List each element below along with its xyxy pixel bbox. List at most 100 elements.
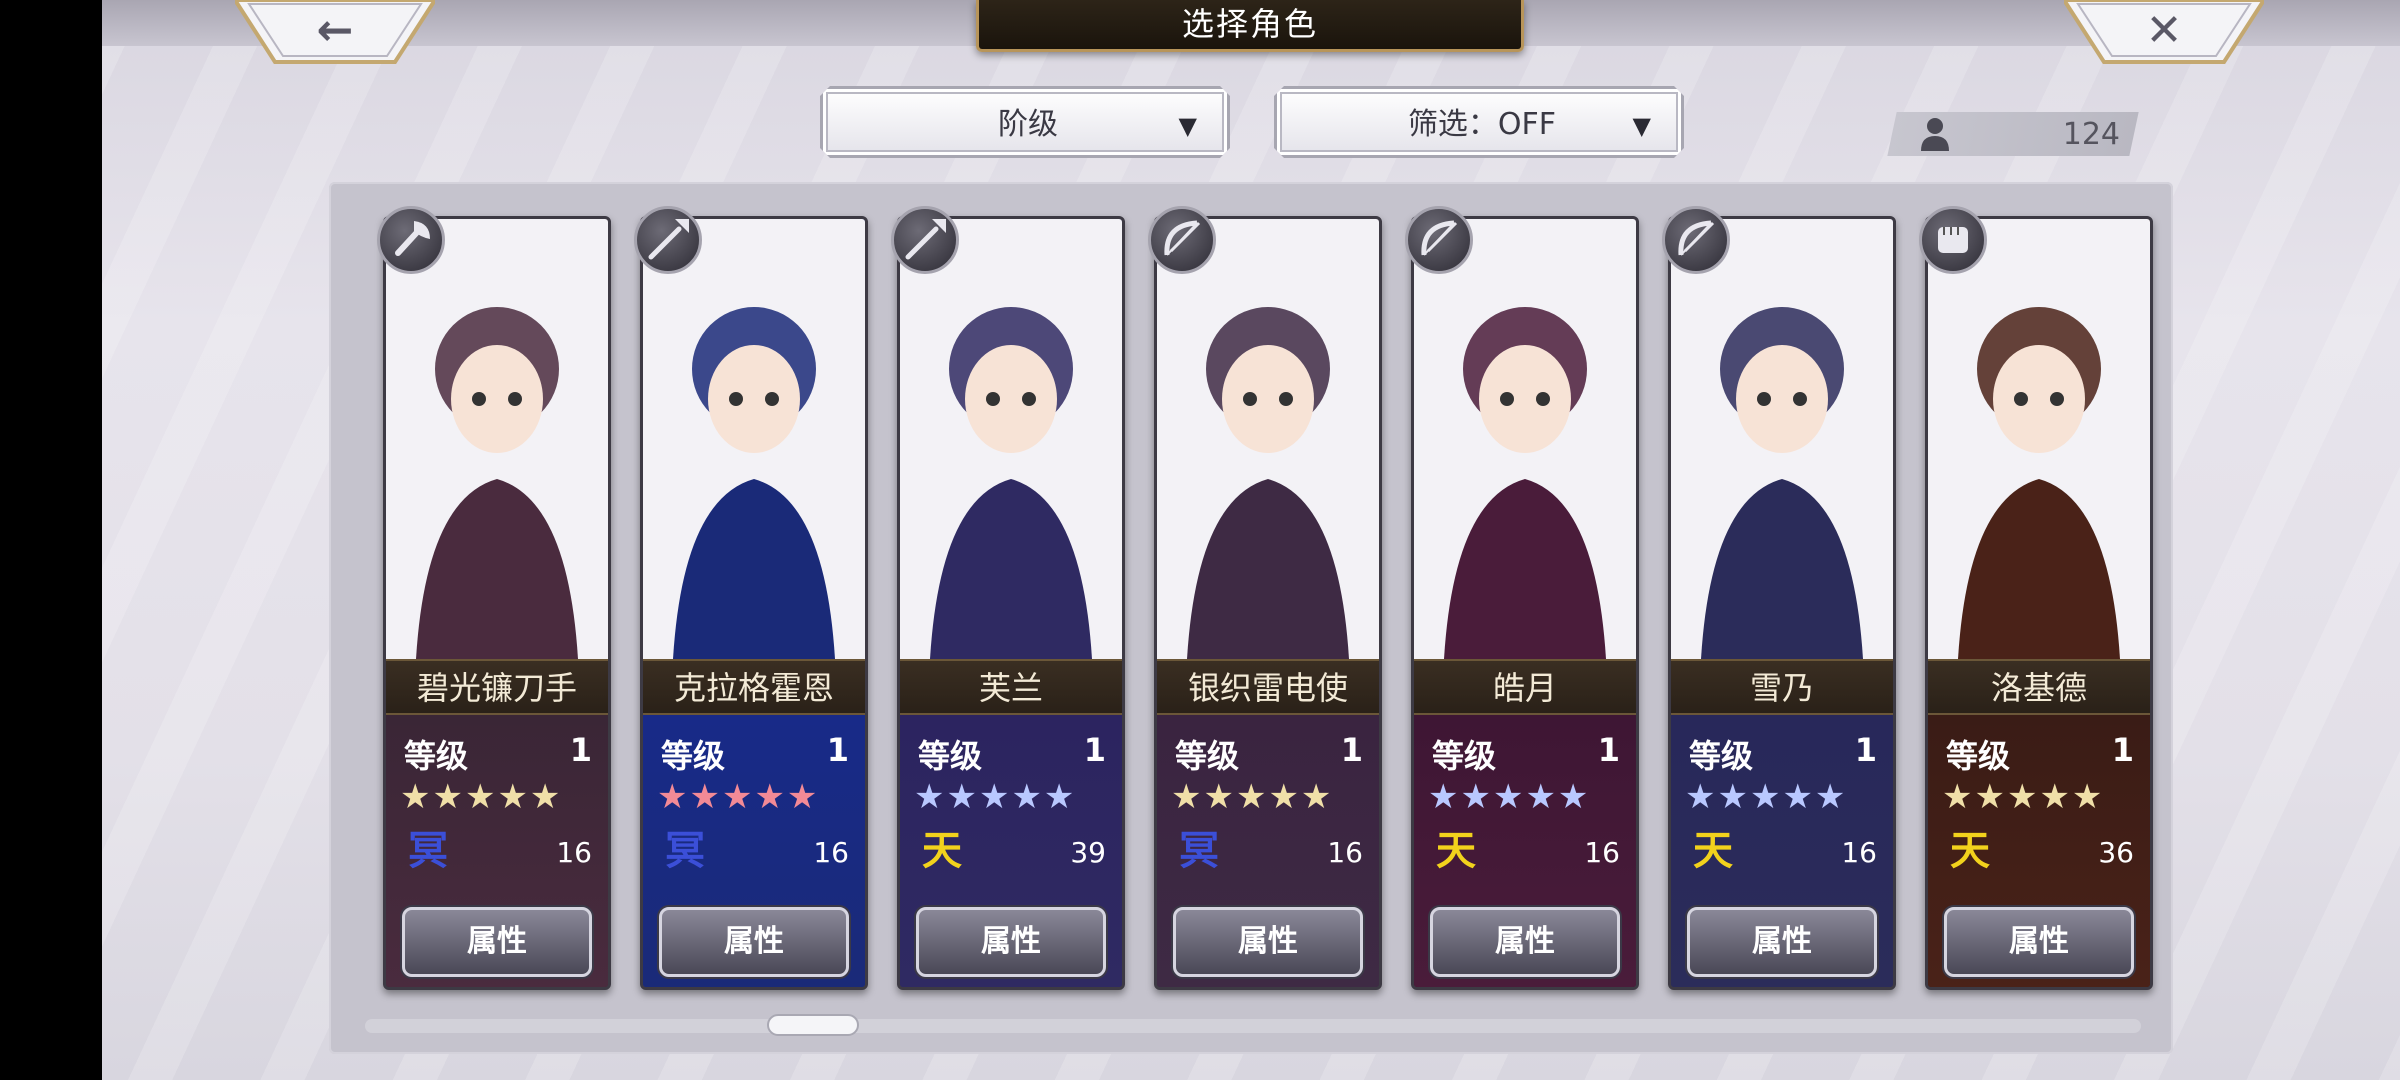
- level-label: 等级: [1175, 737, 1240, 775]
- horizontal-scrollbar-track[interactable]: [365, 1019, 2141, 1033]
- element-badge: 冥: [665, 828, 705, 874]
- rarity-stars: ★★★★★: [1428, 777, 1591, 817]
- rank-sort-dropdown[interactable]: 阶级 ▼: [820, 86, 1230, 158]
- rank-sort-label: 阶级: [998, 107, 1058, 142]
- level-value: 1: [1854, 731, 1877, 769]
- character-card[interactable]: 洛基德等级 1 ★★★★★ 天 36 属性: [1925, 216, 2153, 990]
- character-card[interactable]: 芙兰等级 1 ★★★★★ 天 39 属性: [897, 216, 1125, 990]
- character-portrait: [900, 219, 1122, 659]
- level-value: 1: [1340, 731, 1363, 769]
- character-name-bar: 洛基德: [1928, 659, 2150, 715]
- character-stats: 等级 1 ★★★★★ 天 36 属性: [1928, 715, 2150, 987]
- character-name-bar: 皓月: [1414, 659, 1636, 715]
- character-portrait: [1414, 219, 1636, 659]
- attributes-button[interactable]: 属性: [1430, 907, 1620, 977]
- bow-icon: [1405, 206, 1473, 274]
- character-stat-value: 16: [1584, 836, 1620, 869]
- element-badge: 天: [1950, 828, 1990, 874]
- level-label: 等级: [661, 737, 726, 775]
- fist-icon: [1919, 206, 1987, 274]
- character-stats: 等级 1 ★★★★★ 冥 16 属性: [1157, 715, 1379, 987]
- bow-icon: [1662, 206, 1730, 274]
- rarity-stars: ★★★★★: [657, 777, 820, 817]
- character-stat-value: 16: [1327, 836, 1363, 869]
- level-label: 等级: [404, 737, 469, 775]
- character-stats: 等级 1 ★★★★★ 天 39 属性: [900, 715, 1122, 987]
- person-icon: [1920, 117, 1950, 151]
- character-name: 雪乃: [1749, 669, 1814, 707]
- rarity-stars: ★★★★★: [400, 777, 563, 817]
- roster-count: 124: [2062, 117, 2120, 152]
- character-stats: 等级 1 ★★★★★ 天 16 属性: [1414, 715, 1636, 987]
- character-stats: 等级 1 ★★★★★ 冥 16 属性: [643, 715, 865, 987]
- character-name: 碧光镰刀手: [416, 669, 577, 707]
- filter-dropdown[interactable]: 筛选：OFF ▼: [1274, 86, 1684, 158]
- character-name: 克拉格霍恩: [673, 669, 834, 707]
- title-plate: 选择角色: [976, 0, 1524, 52]
- attributes-button[interactable]: 属性: [1173, 907, 1363, 977]
- back-button[interactable]: ←: [235, 0, 435, 66]
- character-name: 洛基德: [1990, 669, 2087, 707]
- character-card[interactable]: 皓月 等级 1 ★★★★★ 天 16 属性: [1411, 216, 1639, 990]
- attributes-button[interactable]: 属性: [916, 907, 1106, 977]
- element-badge: 天: [922, 828, 962, 874]
- character-name: 银织雷电使: [1187, 669, 1348, 707]
- character-stat-value: 36: [2098, 836, 2134, 869]
- element-badge: 天: [1436, 828, 1476, 874]
- attributes-button-label: 属性: [724, 924, 784, 959]
- character-card[interactable]: 银织雷电使等级 1 ★★★★★ 冥 16 属性: [1154, 216, 1382, 990]
- rarity-stars: ★★★★★: [914, 777, 1077, 817]
- horizontal-scrollbar-thumb[interactable]: [767, 1014, 859, 1036]
- character-portrait: [643, 219, 865, 659]
- rarity-stars: ★★★★★: [1685, 777, 1848, 817]
- character-name-bar: 芙兰: [900, 659, 1122, 715]
- character-stat-value: 16: [813, 836, 849, 869]
- left-letterbox: [0, 0, 102, 1080]
- level-value: 1: [826, 731, 849, 769]
- level-label: 等级: [1689, 737, 1754, 775]
- attributes-button[interactable]: 属性: [659, 907, 849, 977]
- element-badge: 冥: [1179, 828, 1219, 874]
- character-name: 皓月: [1492, 669, 1557, 707]
- character-portrait: [1928, 219, 2150, 659]
- character-name: 芙兰: [978, 669, 1043, 707]
- element-badge: 冥: [408, 828, 448, 874]
- rarity-stars: ★★★★★: [1171, 777, 1334, 817]
- back-arrow-icon: ←: [316, 5, 354, 56]
- attributes-button[interactable]: 属性: [1944, 907, 2134, 977]
- level-value: 1: [569, 731, 592, 769]
- character-name-bar: 雪乃: [1671, 659, 1893, 715]
- attributes-button[interactable]: 属性: [402, 907, 592, 977]
- level-value: 1: [1083, 731, 1106, 769]
- attributes-button[interactable]: 属性: [1687, 907, 1877, 977]
- filter-label: 筛选：OFF: [1407, 107, 1557, 142]
- close-icon: ✕: [2145, 5, 2183, 56]
- rarity-stars: ★★★★★: [1942, 777, 2105, 817]
- attributes-button-label: 属性: [1752, 924, 1812, 959]
- spear-icon: [634, 206, 702, 274]
- chevron-down-icon: ▼: [1178, 112, 1197, 140]
- level-label: 等级: [1432, 737, 1497, 775]
- character-stat-value: 39: [1070, 836, 1106, 869]
- character-card[interactable]: 克拉格霍恩等级 1 ★★★★★ 冥 16 属性: [640, 216, 868, 990]
- character-stat-value: 16: [556, 836, 592, 869]
- attributes-button-label: 属性: [1495, 924, 1555, 959]
- attributes-button-label: 属性: [1238, 924, 1298, 959]
- character-portrait: [1157, 219, 1379, 659]
- character-stats: 等级 1 ★★★★★ 冥 16 属性: [386, 715, 608, 987]
- level-value: 1: [2111, 731, 2134, 769]
- level-label: 等级: [1946, 737, 2011, 775]
- attributes-button-label: 属性: [2009, 924, 2069, 959]
- character-name-bar: 克拉格霍恩: [643, 659, 865, 715]
- level-label: 等级: [918, 737, 983, 775]
- character-name-bar: 银织雷电使: [1157, 659, 1379, 715]
- bow-icon: [1148, 206, 1216, 274]
- page-title: 选择角色: [1181, 5, 1318, 43]
- character-name-bar: 碧光镰刀手: [386, 659, 608, 715]
- close-button[interactable]: ✕: [2064, 0, 2264, 66]
- character-card[interactable]: 雪乃 等级 1 ★★★★★ 天 16 属性: [1668, 216, 1896, 990]
- character-select-screen: ← 选择角色 ✕ 阶级 ▼ 筛选：OFF ▼ 124 碧光镰刀手 等级 1 ★★★★★…: [0, 0, 2400, 1080]
- character-card[interactable]: 碧光镰刀手等级 1 ★★★★★ 冥 16 属性: [383, 216, 611, 990]
- element-badge: 天: [1693, 828, 1733, 874]
- character-portrait: [386, 219, 608, 659]
